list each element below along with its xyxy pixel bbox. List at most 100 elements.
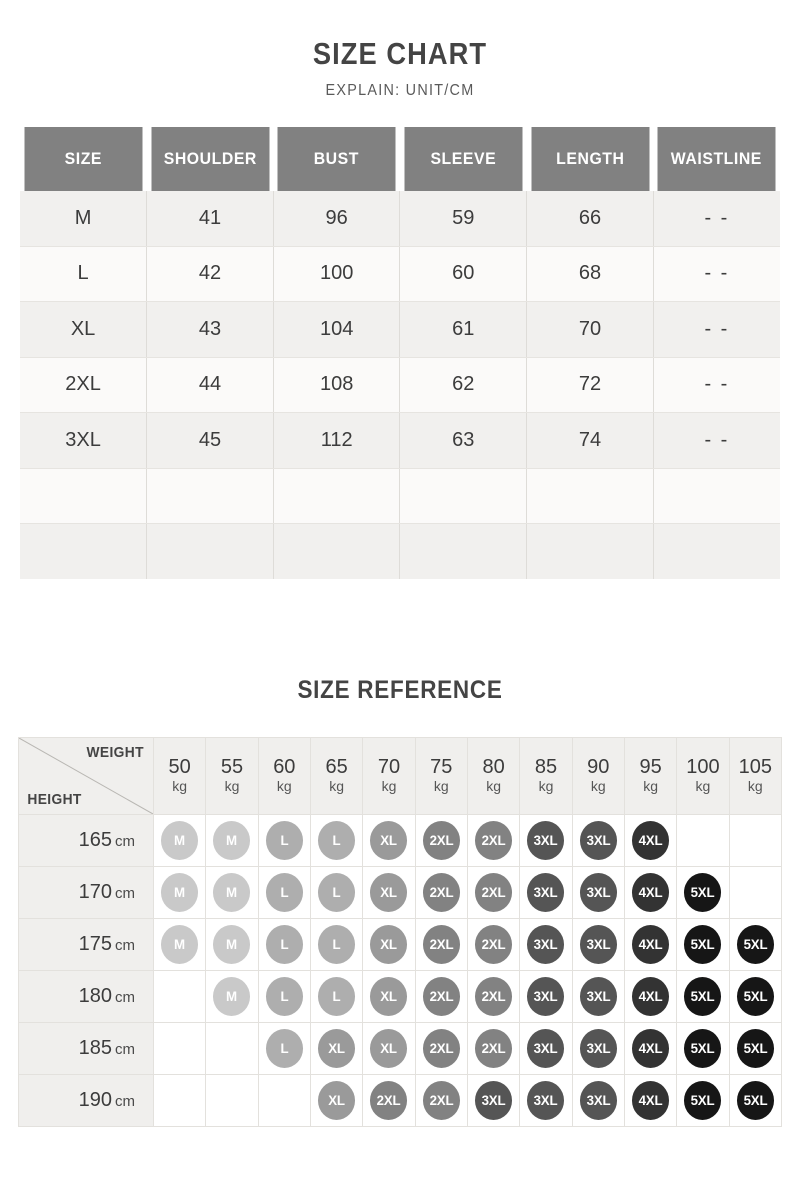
- height-value: 170: [78, 881, 112, 903]
- size-reference-cell: XL: [362, 970, 416, 1023]
- size-badge: 2XL: [422, 873, 460, 912]
- size-reference-cell: 5XL: [676, 1074, 730, 1127]
- size-reference-header-row: WEIGHT HEIGHT 50 kg 55 kg 60 kg 65 kg 70 kg 75 kg 80…: [18, 737, 783, 815]
- measurement-cell: 108: [273, 357, 401, 413]
- size-reference-cell: M: [205, 814, 259, 867]
- height-row-header: 170 cm: [18, 866, 154, 919]
- height-unit: cm: [115, 989, 135, 1006]
- size-reference-cell: 4XL: [623, 866, 678, 919]
- size-reference-cell: L: [257, 1022, 311, 1075]
- size-reference-cell: 3XL: [519, 866, 573, 919]
- size-reference-cell: L: [309, 866, 364, 919]
- size-label-cell: 3XL: [20, 412, 148, 469]
- size-reference-cell: 2XL: [414, 866, 468, 919]
- size-badge: 3XL: [527, 1081, 565, 1120]
- size-reference-table-container: WEIGHT HEIGHT 50 kg 55 kg 60 kg 65 kg 70 kg 75 kg 80…: [18, 737, 783, 1127]
- weight-unit: kg: [747, 778, 763, 795]
- measurement-cell: [653, 523, 780, 579]
- measurement-cell: [273, 523, 401, 579]
- size-reference-cell: [728, 866, 783, 919]
- weight-value: 100: [686, 756, 720, 779]
- size-label-cell: L: [20, 246, 148, 302]
- size-label-cell: M: [20, 191, 148, 247]
- weight-value: 60: [273, 756, 296, 779]
- size-badge: 4XL: [632, 1081, 670, 1120]
- measurement-cell: - -: [653, 357, 780, 413]
- measurement-cell: [526, 468, 654, 524]
- measurement-cell: 66: [526, 191, 654, 247]
- measurement-cell: [399, 523, 528, 579]
- measurement-cell: 63: [399, 412, 528, 469]
- size-reference-cell: 2XL: [414, 1022, 468, 1075]
- weight-column-header: 55 kg: [205, 737, 259, 815]
- size-badge: 3XL: [579, 977, 617, 1016]
- size-chart-header-row: SIZE SHOULDER BUST SLEEVE LENGTH WAISTLINE: [20, 127, 780, 191]
- size-reference-cell: 3XL: [571, 866, 625, 919]
- measurement-cell: 68: [526, 246, 654, 302]
- column-header-waistline: WAISTLINE: [657, 127, 776, 191]
- size-badge: XL: [370, 1029, 408, 1068]
- size-badge: 3XL: [527, 977, 565, 1016]
- size-reference-cell: 4XL: [623, 814, 678, 867]
- measurement-cell: 104: [273, 301, 401, 358]
- size-reference-cell: 4XL: [623, 1022, 678, 1075]
- axis-corner-cell: WEIGHT HEIGHT: [18, 737, 154, 815]
- weight-value: 50: [168, 756, 191, 779]
- height-row-header: 180 cm: [18, 970, 154, 1023]
- size-reference-cell: XL: [362, 1022, 416, 1075]
- size-reference-cell: 3XL: [571, 1074, 625, 1127]
- size-badge: 2XL: [475, 1029, 513, 1068]
- measurement-cell: 59: [399, 191, 528, 247]
- weight-value: 95: [639, 756, 662, 779]
- size-reference-cell: [152, 1022, 207, 1075]
- weight-unit: kg: [538, 778, 554, 795]
- weight-unit: kg: [433, 778, 449, 795]
- size-badge: L: [265, 1029, 303, 1068]
- size-badge: M: [161, 873, 199, 912]
- weight-value: 85: [534, 756, 558, 779]
- size-badge: 5XL: [736, 925, 774, 964]
- height-value: 180: [78, 985, 112, 1007]
- measurement-cell: 44: [146, 357, 274, 413]
- size-reference-cell: M: [205, 970, 259, 1023]
- column-header-size: SIZE: [24, 127, 143, 191]
- size-reference-cell: 5XL: [728, 1074, 783, 1127]
- size-reference-cell: M: [205, 918, 259, 971]
- size-badge: L: [318, 925, 356, 964]
- size-badge: 4XL: [632, 977, 670, 1016]
- weight-unit: kg: [172, 778, 188, 795]
- size-badge: 2XL: [422, 1081, 460, 1120]
- weight-value: 65: [325, 756, 348, 779]
- measurement-cell: 60: [399, 246, 528, 302]
- size-reference-cell: 4XL: [623, 918, 678, 971]
- size-badge: 3XL: [579, 1029, 617, 1068]
- size-reference-cell: XL: [362, 918, 416, 971]
- height-row-header: 165 cm: [18, 814, 154, 867]
- size-badge: 3XL: [579, 925, 617, 964]
- measurement-cell: [273, 468, 401, 524]
- size-reference-cell: 3XL: [519, 1074, 573, 1127]
- weight-unit: kg: [590, 778, 606, 795]
- weight-value: 70: [377, 756, 401, 779]
- size-reference-cell: [152, 970, 207, 1023]
- size-reference-cell: 2XL: [466, 970, 521, 1023]
- measurement-cell: - -: [653, 412, 780, 469]
- size-badge: M: [213, 821, 251, 860]
- size-badge: L: [265, 977, 303, 1016]
- size-label-cell: [20, 468, 148, 524]
- table-row: [20, 523, 780, 579]
- size-badge: M: [213, 925, 251, 964]
- weight-column-header: 80 kg: [466, 737, 521, 815]
- height-axis-label: HEIGHT: [27, 791, 82, 808]
- size-badge: 2XL: [422, 925, 460, 964]
- size-reference-cell: 4XL: [623, 970, 678, 1023]
- size-badge: 3XL: [527, 821, 565, 860]
- size-reference-cell: [205, 1022, 259, 1075]
- size-reference-cell: 3XL: [519, 1022, 573, 1075]
- size-reference-table-head: WEIGHT HEIGHT 50 kg 55 kg 60 kg 65 kg 70 kg 75 kg 80…: [18, 737, 783, 815]
- size-reference-cell: 3XL: [571, 918, 625, 971]
- size-label-cell: [20, 523, 148, 579]
- size-badge: 3XL: [579, 821, 617, 860]
- weight-column-header: 60 kg: [257, 737, 311, 815]
- weight-axis-label: WEIGHT: [86, 744, 144, 761]
